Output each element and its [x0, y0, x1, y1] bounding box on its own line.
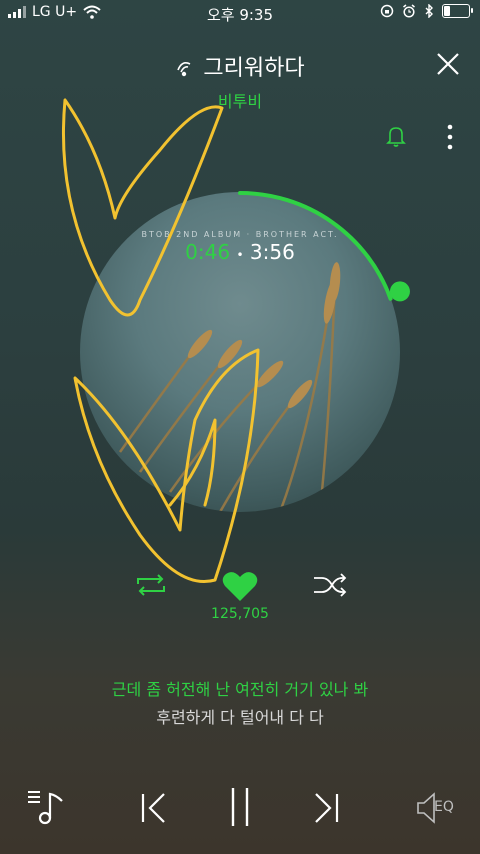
pause-icon[interactable]: [228, 786, 252, 828]
playback-time: 0:46 • 3:56: [0, 240, 480, 264]
like-count: 125,705: [211, 606, 269, 622]
lyric-current[interactable]: 근데 좀 허전해 난 여전히 거기 있나 봐: [0, 676, 480, 700]
bell-icon[interactable]: [386, 124, 406, 148]
previous-icon[interactable]: [140, 792, 168, 824]
more-vertical-icon[interactable]: [446, 124, 454, 150]
song-title: 그리워하다: [203, 56, 305, 81]
artist-name[interactable]: 비투비: [0, 88, 480, 112]
next-icon[interactable]: [312, 792, 340, 824]
progress-knob[interactable]: [389, 281, 410, 302]
song-title-row: 그리워하다: [0, 50, 480, 82]
shuffle-icon[interactable]: [312, 572, 348, 598]
eq-label[interactable]: EQ: [434, 799, 454, 815]
close-icon[interactable]: [436, 52, 460, 76]
bluetooth-icon: [425, 4, 433, 18]
status-bar: LG U+ 오후 9:35: [0, 0, 480, 28]
lyric-next[interactable]: 후련하게 다 털어내 다 다: [0, 704, 480, 728]
time-separator: •: [236, 248, 244, 262]
sound-wave-icon: [177, 62, 191, 77]
status-right: [380, 4, 473, 18]
eq-icon[interactable]: [416, 792, 436, 824]
screen-lock-icon: [380, 4, 394, 18]
battery-icon: [442, 4, 473, 18]
total-time: 3:56: [249, 240, 295, 264]
playlist-icon[interactable]: [26, 788, 66, 828]
alarm-icon: [403, 4, 415, 18]
music-player-screen: LG U+ 오후 9:35 그리워하다 비투비 BTOB 2ND ALBUM ·…: [0, 0, 480, 854]
repeat-icon[interactable]: [134, 572, 168, 598]
album-label: BTOB 2ND ALBUM · BROTHER ACT.: [141, 230, 339, 239]
current-time: 0:46: [185, 240, 231, 264]
heart-icon[interactable]: [222, 570, 258, 602]
battery-fill: [444, 6, 450, 16]
